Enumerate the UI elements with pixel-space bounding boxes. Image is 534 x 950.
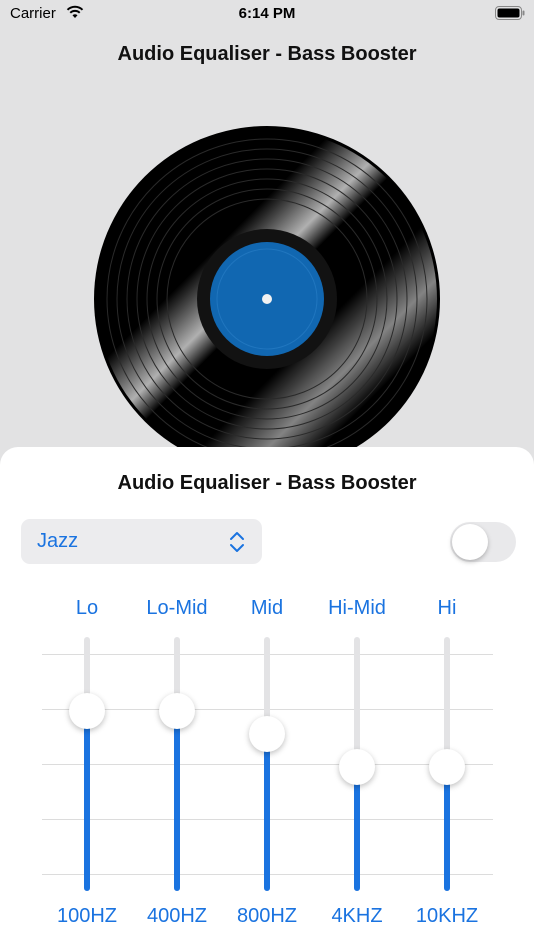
sheet-title: Audio Equaliser - Bass Booster bbox=[117, 472, 417, 494]
slider-lo[interactable] bbox=[67, 637, 107, 891]
band-label-lo: Lo bbox=[75, 597, 99, 619]
slider-lo-mid[interactable] bbox=[157, 637, 197, 891]
vinyl-record-icon bbox=[94, 126, 440, 472]
slider-thumb[interactable] bbox=[339, 749, 375, 785]
slider-fill bbox=[444, 767, 450, 891]
freq-label-400hz: 400HZ bbox=[146, 905, 208, 927]
slider-fill bbox=[84, 711, 90, 891]
slider-fill bbox=[264, 734, 270, 891]
battery-icon bbox=[495, 6, 525, 20]
slider-hi-mid[interactable] bbox=[337, 637, 377, 891]
freq-label-800hz: 800HZ bbox=[236, 905, 298, 927]
slider-fill bbox=[174, 711, 180, 891]
freq-label-10khz: 10KHZ bbox=[415, 905, 479, 927]
app-title: Audio Equaliser - Bass Booster bbox=[117, 43, 417, 65]
slider-thumb[interactable] bbox=[69, 693, 105, 729]
slider-thumb[interactable] bbox=[159, 693, 195, 729]
slider-fill bbox=[354, 767, 360, 891]
status-bar: Carrier 6:14 PM bbox=[0, 0, 534, 30]
status-time: 6:14 PM bbox=[238, 5, 296, 22]
preset-dropdown[interactable]: Jazz bbox=[21, 519, 262, 564]
slider-hi[interactable] bbox=[427, 637, 467, 891]
chevron-up-down-icon bbox=[230, 532, 244, 552]
equaliser-toggle[interactable] bbox=[450, 522, 516, 562]
slider-thumb[interactable] bbox=[249, 716, 285, 752]
freq-label-100hz: 100HZ bbox=[56, 905, 118, 927]
slider-thumb[interactable] bbox=[429, 749, 465, 785]
band-label-hi-mid: Hi-Mid bbox=[328, 597, 386, 619]
slider-mid[interactable] bbox=[247, 637, 287, 891]
freq-label-4khz: 4KHZ bbox=[331, 905, 383, 927]
preset-value: Jazz bbox=[37, 530, 79, 552]
equaliser-sheet: Audio Equaliser - Bass Booster Jazz Lo L… bbox=[0, 447, 534, 950]
band-label-mid: Mid bbox=[250, 597, 284, 619]
band-label-hi: Hi bbox=[437, 597, 457, 619]
band-label-lo-mid: Lo-Mid bbox=[146, 597, 208, 619]
toggle-knob bbox=[452, 524, 488, 560]
